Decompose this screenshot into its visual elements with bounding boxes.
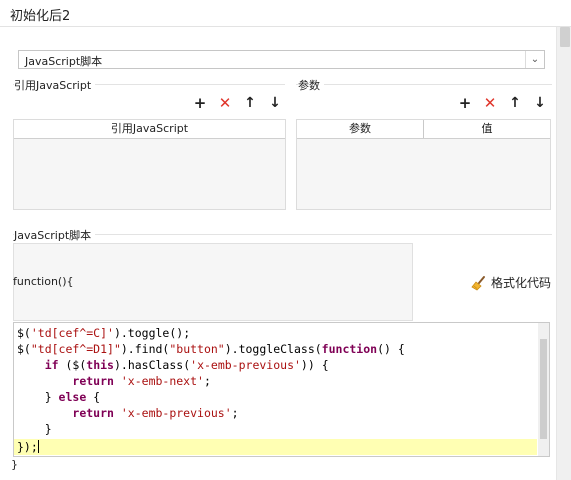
code-line-text: } else { <box>17 390 101 404</box>
params-table[interactable]: 参数 值 <box>296 119 551 210</box>
ref-js-table[interactable]: 引用JavaScript <box>13 119 286 210</box>
cross-icon[interactable]: ✕ <box>217 95 233 111</box>
code-line-active[interactable]: }); <box>14 439 537 455</box>
code-editor[interactable]: $('td[cef^=C]').toggle(); $("td[cef^=D1]… <box>13 322 550 457</box>
editor-scrollbar[interactable] <box>538 323 549 456</box>
script-type-value: JavaScript脚本 <box>25 55 103 68</box>
code-line[interactable]: } <box>14 421 537 437</box>
cross-icon[interactable]: ✕ <box>482 95 498 111</box>
text-cursor <box>37 440 39 453</box>
outer-scrollbar-thumb[interactable] <box>560 27 570 47</box>
code-line[interactable]: $('td[cef^=C]').toggle(); <box>14 325 537 341</box>
editor-scrollbar-thumb[interactable] <box>540 339 547 439</box>
divider <box>296 84 552 85</box>
column-header[interactable]: 引用JavaScript <box>14 120 285 138</box>
code-line-text: if ($(this).hasClass('x-emb-previous')) … <box>44 358 329 372</box>
format-code-label: 格式化代码 <box>491 276 552 290</box>
code-line[interactable]: if ($(this).hasClass('x-emb-previous')) … <box>14 357 537 373</box>
params-section-label: 参数 <box>298 77 324 93</box>
code-line-text: return 'x-emb-previous'; <box>72 406 239 420</box>
function-signature: function(){ <box>13 275 74 288</box>
window-titlebar: 初始化后2 <box>0 0 571 27</box>
script-type-select[interactable]: JavaScript脚本 ⌄ <box>18 50 545 69</box>
js-script-section-label: JavaScript脚本 <box>14 227 96 243</box>
column-header-value[interactable]: 值 <box>424 120 550 138</box>
code-line[interactable]: return 'x-emb-next'; <box>14 373 537 389</box>
code-line[interactable]: $("td[cef^=D1]").find("button").toggleCl… <box>14 341 537 357</box>
ref-js-table-header: 引用JavaScript <box>14 120 285 139</box>
function-closing-brace: } <box>11 458 18 471</box>
code-line-text: $("td[cef^=D1]").find("button").toggleCl… <box>17 342 405 356</box>
code-line-text: $('td[cef^=C]').toggle(); <box>17 326 191 340</box>
code-line-text: } <box>17 422 52 436</box>
code-line[interactable]: return 'x-emb-previous'; <box>14 405 537 421</box>
arrow-up-icon[interactable]: ↑ <box>507 95 523 111</box>
plus-icon[interactable]: + <box>457 95 473 111</box>
arrow-down-icon[interactable]: ↓ <box>267 95 283 111</box>
code-line-text: }); <box>17 440 38 454</box>
column-header-param[interactable]: 参数 <box>297 120 424 138</box>
ref-js-section-label: 引用JavaScript <box>14 77 96 93</box>
chevron-down-icon[interactable]: ⌄ <box>525 51 544 68</box>
plus-icon[interactable]: + <box>192 95 208 111</box>
broom-icon <box>471 275 485 291</box>
window-title: 初始化后2 <box>10 9 71 24</box>
outer-scrollbar[interactable] <box>556 27 571 480</box>
arrow-up-icon[interactable]: ↑ <box>242 95 258 111</box>
format-code-button[interactable]: 格式化代码 <box>471 274 551 291</box>
code-line[interactable]: } else { <box>14 389 537 405</box>
arrow-down-icon[interactable]: ↓ <box>532 95 548 111</box>
params-table-header: 参数 值 <box>297 120 550 139</box>
code-line-text: return 'x-emb-next'; <box>72 374 211 388</box>
